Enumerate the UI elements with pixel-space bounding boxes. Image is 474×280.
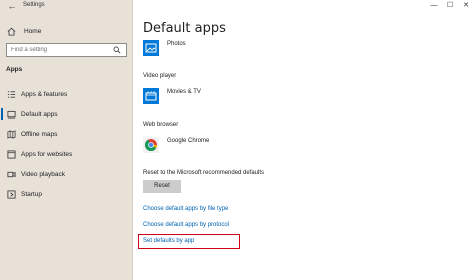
settings-sidebar: ← Settings Home Apps Apps & features Def… bbox=[0, 0, 133, 280]
sidebar-item-apps-for-websites[interactable]: Apps for websites bbox=[0, 147, 132, 161]
search-icon[interactable] bbox=[112, 45, 122, 55]
sidebar-item-label: Video playback bbox=[21, 170, 65, 178]
main-content: — ☐ ✕ Default apps Photos Video player M… bbox=[133, 0, 474, 280]
link-window-icon bbox=[7, 149, 16, 159]
startup-icon bbox=[7, 189, 16, 199]
title-bar: ← Settings bbox=[0, 0, 133, 14]
sidebar-item-default-apps[interactable]: Default apps bbox=[0, 107, 132, 121]
map-icon bbox=[7, 129, 16, 139]
sidebar-item-startup[interactable]: Startup bbox=[0, 187, 132, 201]
section-title-apps: Apps bbox=[6, 66, 23, 73]
maximize-button[interactable]: ☐ bbox=[442, 0, 458, 12]
sidebar-item-video-playback[interactable]: Video playback bbox=[0, 167, 132, 181]
list-icon bbox=[7, 90, 16, 99]
sidebar-item-label: Apps for websites bbox=[21, 150, 73, 158]
default-apps-icon bbox=[7, 110, 16, 119]
sidebar-item-label: Default apps bbox=[21, 110, 58, 118]
home-icon bbox=[6, 26, 16, 36]
web-browser-default-app[interactable]: Google Chrome bbox=[143, 137, 209, 157]
window-controls: — ☐ ✕ bbox=[426, 0, 474, 12]
sidebar-item-label: Offline maps bbox=[21, 130, 58, 138]
close-button[interactable]: ✕ bbox=[458, 0, 474, 12]
choose-defaults-by-file-type-link[interactable]: Choose default apps by file type bbox=[143, 206, 228, 212]
back-button[interactable]: ← bbox=[6, 1, 18, 12]
photos-app-name: Photos bbox=[167, 41, 186, 47]
sidebar-item-offline-maps[interactable]: Offline maps bbox=[0, 127, 132, 141]
home-nav-item[interactable]: Home bbox=[6, 24, 130, 38]
page-title: Default apps bbox=[143, 21, 226, 36]
minimize-button[interactable]: — bbox=[426, 0, 442, 12]
photos-default-app[interactable]: Photos bbox=[143, 40, 186, 60]
sidebar-item-label: Startup bbox=[21, 190, 42, 198]
movies-tv-app-name: Movies & TV bbox=[167, 89, 201, 95]
sidebar-item-label: Apps & features bbox=[21, 90, 68, 98]
google-chrome-icon bbox=[143, 137, 159, 153]
photos-app-icon bbox=[143, 40, 159, 56]
search-input[interactable] bbox=[7, 44, 112, 56]
reset-button[interactable]: Reset bbox=[143, 180, 181, 193]
reset-description: Reset to the Microsoft recommended defau… bbox=[143, 170, 265, 176]
home-label: Home bbox=[24, 27, 42, 35]
search-box[interactable] bbox=[6, 43, 127, 57]
google-chrome-app-name: Google Chrome bbox=[167, 138, 210, 144]
sidebar-item-apps-features[interactable]: Apps & features bbox=[0, 87, 132, 101]
window-title: Settings bbox=[23, 2, 45, 8]
choose-defaults-by-protocol-link[interactable]: Choose default apps by protocol bbox=[143, 222, 229, 228]
video-player-label: Video player bbox=[143, 73, 177, 79]
highlight-annotation-box bbox=[138, 234, 240, 249]
video-player-default-app[interactable]: Movies & TV bbox=[143, 88, 201, 108]
movies-tv-app-icon bbox=[143, 88, 159, 104]
web-browser-label: Web browser bbox=[143, 122, 179, 128]
video-icon bbox=[7, 170, 16, 179]
